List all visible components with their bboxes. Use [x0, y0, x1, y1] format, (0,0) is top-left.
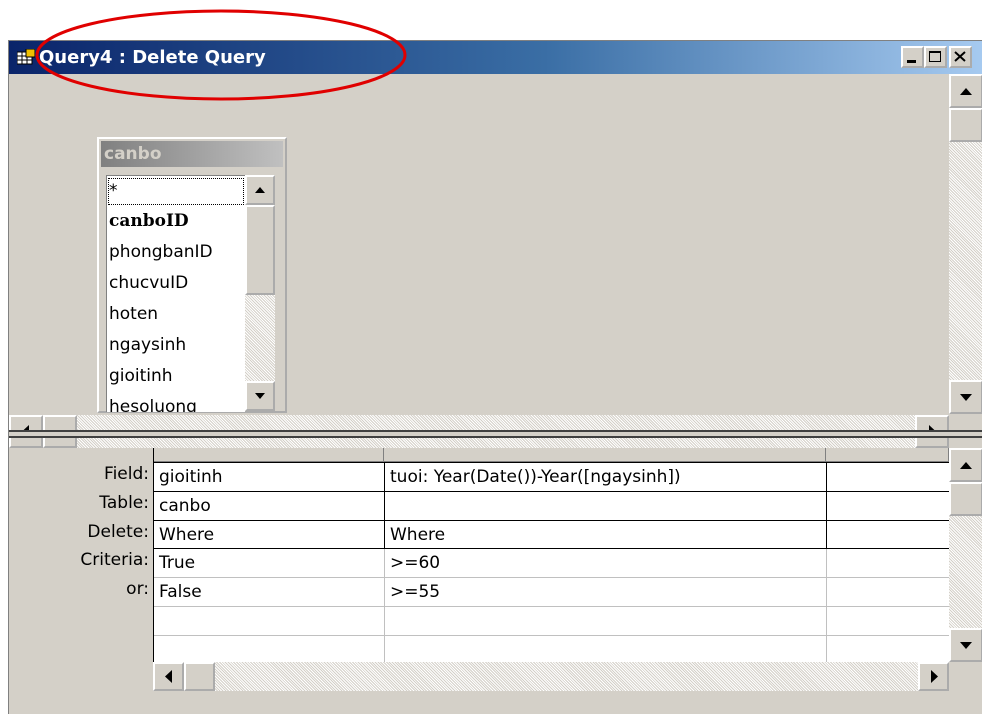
- query-design-window: Query4 : Delete Query canbo * canboID ph…: [8, 40, 982, 714]
- pane-splitter[interactable]: [9, 430, 982, 438]
- grid-cell-field[interactable]: [827, 463, 949, 492]
- table-pane-vertical-scrollbar[interactable]: [949, 74, 982, 414]
- row-label-criteria: Criteria:: [80, 550, 149, 570]
- field-list-scrollbar[interactable]: [245, 175, 275, 411]
- grid-cell-delete[interactable]: [827, 521, 949, 550]
- grid-line: [153, 635, 949, 636]
- window-title: Query4 : Delete Query: [39, 47, 266, 68]
- arrow-down-icon: [960, 394, 972, 401]
- maximize-button[interactable]: [924, 46, 947, 68]
- scroll-up-button[interactable]: [949, 74, 982, 108]
- scroll-thumb[interactable]: [949, 482, 982, 516]
- row-label-table: Table:: [99, 493, 149, 513]
- field-item-chucvuid[interactable]: chucvuID: [107, 268, 245, 299]
- grid-cell-or[interactable]: [827, 578, 949, 607]
- field-list-window[interactable]: canbo * canboID phongbanID chucvuID hote…: [97, 137, 287, 413]
- table-pane: canbo * canboID phongbanID chucvuID hote…: [9, 74, 982, 448]
- field-item-phongbanid[interactable]: phongbanID: [107, 237, 245, 268]
- grid-cell-delete[interactable]: Where: [385, 521, 826, 550]
- arrow-right-icon: [931, 670, 938, 683]
- column-selector[interactable]: [384, 448, 826, 462]
- row-label-delete: Delete:: [87, 522, 149, 542]
- arrow-down-icon: [255, 393, 265, 399]
- scroll-track[interactable]: [153, 662, 949, 691]
- scroll-up-button[interactable]: [949, 448, 982, 482]
- arrow-up-icon: [255, 187, 265, 193]
- grid-cell-table[interactable]: [385, 492, 826, 521]
- close-icon: [954, 51, 966, 62]
- field-item-hesoluong[interactable]: hesoluong: [107, 392, 245, 412]
- scroll-down-button[interactable]: [949, 628, 982, 662]
- field-item-hoten[interactable]: hoten: [107, 299, 245, 330]
- field-item-canboid[interactable]: canboID: [107, 206, 245, 237]
- scroll-left-button[interactable]: [153, 662, 184, 691]
- arrow-down-icon: [960, 642, 972, 649]
- arrow-left-icon: [165, 670, 172, 683]
- column-selector[interactable]: [153, 448, 384, 462]
- field-item-gioitinh[interactable]: gioitinh: [107, 361, 245, 392]
- grid-vertical-scrollbar[interactable]: [949, 448, 982, 662]
- arrow-up-icon: [960, 462, 972, 469]
- title-bar[interactable]: Query4 : Delete Query: [9, 41, 982, 74]
- maximize-icon: [929, 51, 941, 62]
- column-selector[interactable]: [826, 448, 949, 462]
- grid-cell-criteria[interactable]: True: [154, 549, 384, 578]
- field-list-title[interactable]: canbo: [101, 141, 283, 167]
- grid-cell-delete[interactable]: Where: [154, 521, 384, 550]
- scroll-thumb[interactable]: [949, 108, 982, 142]
- grid-cell-field[interactable]: tuoi: Year(Date())-Year([ngaysinh]): [385, 463, 826, 492]
- grid-cell-table[interactable]: [827, 492, 949, 521]
- row-label-field: Field:: [104, 464, 149, 484]
- grid-cell-or[interactable]: False: [154, 578, 384, 607]
- grid-horizontal-scrollbar[interactable]: [153, 662, 949, 691]
- scroll-up-button[interactable]: [245, 175, 275, 205]
- scroll-thumb[interactable]: [184, 662, 215, 691]
- field-list[interactable]: * canboID phongbanID chucvuID hoten ngay…: [106, 175, 245, 412]
- scroll-thumb[interactable]: [245, 205, 275, 295]
- minimize-icon: [907, 60, 916, 63]
- field-item-all[interactable]: *: [107, 177, 245, 206]
- query-icon: [17, 49, 35, 65]
- scroll-down-button[interactable]: [949, 380, 982, 414]
- design-grid[interactable]: gioitinh canbo Where True False tuoi: Ye…: [153, 448, 949, 691]
- minimize-button[interactable]: [901, 46, 924, 68]
- close-button[interactable]: [949, 46, 972, 68]
- scroll-down-button[interactable]: [245, 381, 275, 411]
- grid-cell-table[interactable]: canbo: [154, 492, 384, 521]
- scroll-right-button[interactable]: [918, 662, 949, 691]
- field-item-ngaysinh[interactable]: ngaysinh: [107, 330, 245, 361]
- arrow-up-icon: [960, 88, 972, 95]
- grid-cell-criteria[interactable]: >=60: [385, 549, 826, 578]
- grid-cell-field[interactable]: gioitinh: [154, 463, 384, 492]
- grid-cell-or[interactable]: >=55: [385, 578, 826, 607]
- grid-cell-criteria[interactable]: [827, 549, 949, 578]
- row-label-or: or:: [126, 579, 149, 599]
